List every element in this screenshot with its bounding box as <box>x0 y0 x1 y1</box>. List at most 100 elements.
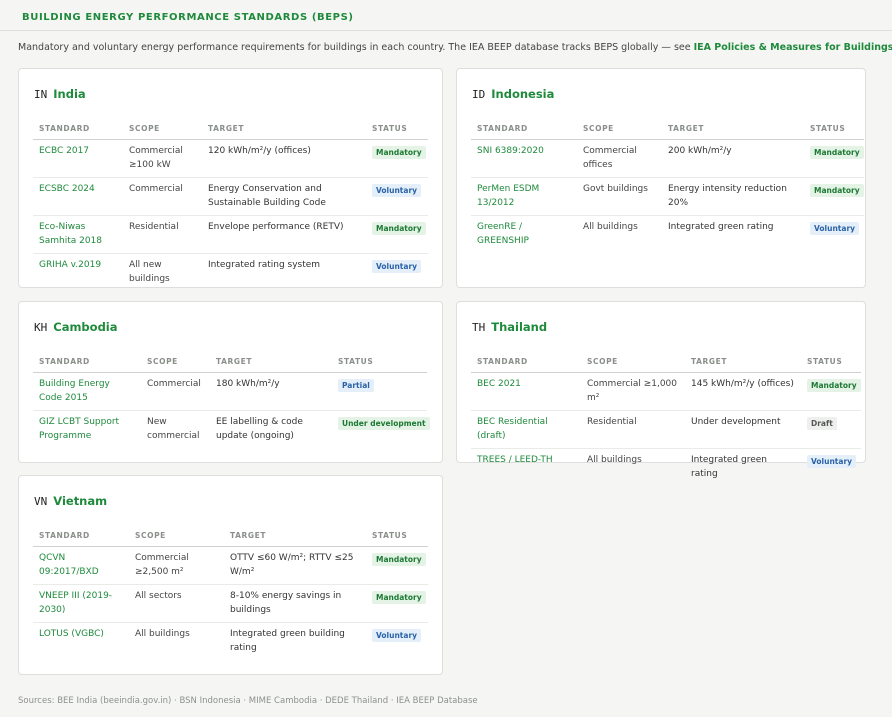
standard-link[interactable]: BEC Residential (draft) <box>471 410 581 449</box>
standard-link[interactable]: Eco-Niwas Samhita 2018 <box>33 215 123 254</box>
status-badge: Under development <box>338 417 430 430</box>
status-cell: Partial <box>332 372 427 411</box>
target-cell: 120 kWh/m²/y (offices) <box>202 139 366 178</box>
country-code: VN <box>34 495 48 508</box>
card-header: ID Indonesia <box>472 87 554 101</box>
status-badge: Mandatory <box>372 222 426 235</box>
column-header-target: TARGET <box>202 124 366 140</box>
status-cell: Voluntary <box>804 216 864 254</box>
standard-link[interactable]: QCVN 09:2017/BXD <box>33 546 129 585</box>
title-divider <box>0 30 892 31</box>
status-badge: Voluntary <box>372 629 422 642</box>
standard-link[interactable]: GRIHA v.2019 <box>33 254 123 292</box>
status-badge: Mandatory <box>372 146 426 159</box>
column-header-scope: SCOPE <box>577 124 662 140</box>
standard-link[interactable]: SNI 6389:2020 <box>471 139 577 178</box>
standard-link[interactable]: GIZ LCBT Support Programme <box>33 411 141 449</box>
status-badge: Mandatory <box>807 379 861 392</box>
column-header-scope: SCOPE <box>123 124 202 140</box>
target-cell: 200 kWh/m²/y <box>662 139 804 178</box>
sources-footer: Sources: BEE India (beeindia.gov.in) · B… <box>18 696 478 706</box>
scope-cell: Commercial ≥2,500 m² <box>129 546 224 585</box>
card-header: VN Vietnam <box>34 494 107 508</box>
status-badge: Draft <box>807 417 837 430</box>
column-header-standard: STANDARD <box>33 357 141 373</box>
target-cell: 145 kWh/m²/y (offices) <box>685 372 801 411</box>
table-row: SNI 6389:2020 Commercial offices 200 kWh/m… <box>471 139 864 178</box>
table-row: ECBC 2017 Commercial ≥100 kW 120 kWh/m²/y … <box>33 139 428 178</box>
scope-cell: Commercial <box>123 177 202 216</box>
column-header-scope: SCOPE <box>581 357 685 373</box>
card-header: KH Cambodia <box>34 320 118 334</box>
standards-table: STANDARD SCOPE TARGET STATUS SNI 6389:2020 Co… <box>471 124 864 253</box>
card-header: TH Thailand <box>472 320 547 334</box>
country-card-th: TH Thailand STANDARD SCOPE TARGET STATUS BEC 2… <box>456 301 866 479</box>
column-header-status: STATUS <box>801 357 861 373</box>
country-code: ID <box>472 88 486 101</box>
column-header-standard: STANDARD <box>33 124 123 140</box>
standard-link[interactable]: ECBC 2017 <box>33 139 123 178</box>
standard-link[interactable]: BEC 2021 <box>471 372 581 411</box>
status-cell: Voluntary <box>366 254 428 292</box>
table-row: LOTUS (VGBC) All buildings Integrated gree… <box>33 623 428 661</box>
table-row: Eco-Niwas Samhita 2018 Residential Envelop… <box>33 215 428 254</box>
scope-cell: Residential <box>123 215 202 254</box>
table-row: QCVN 09:2017/BXD Commercial ≥2,500 m² OTTV… <box>33 546 428 585</box>
status-badge: Mandatory <box>372 591 426 604</box>
column-header-status: STATUS <box>804 124 864 140</box>
card-header: IN India <box>34 87 86 101</box>
status-cell: Voluntary <box>366 177 428 216</box>
table-row: GRIHA v.2019 All new buildings Integrated … <box>33 254 428 292</box>
scope-cell: Residential <box>581 410 685 449</box>
column-header-target: TARGET <box>224 531 366 547</box>
country-card-kh: KH Cambodia STANDARD SCOPE TARGET STATUS Build… <box>18 301 443 463</box>
status-cell: Mandatory <box>366 215 428 254</box>
target-cell: OTTV ≤60 W/m²; RTTV ≤25 W/m² <box>224 546 366 585</box>
iea-policies-link[interactable]: IEA Policies & Measures for Buildings <box>694 42 892 53</box>
country-name: Cambodia <box>53 320 118 334</box>
table-row: PerMen ESDM 13/2012 Govt buildings Energy … <box>471 177 864 216</box>
target-cell: Integrated green rating <box>691 455 767 479</box>
country-card-in: IN India STANDARD SCOPE TARGET STATUS ECBC 201… <box>18 68 443 288</box>
status-badge: Voluntary <box>372 184 422 197</box>
country-code: TH <box>472 321 486 334</box>
column-header-scope: SCOPE <box>141 357 210 373</box>
scope-cell: Commercial <box>141 372 210 411</box>
status-cell: Draft <box>801 410 861 449</box>
column-header-status: STATUS <box>366 531 428 547</box>
status-cell: Mandatory <box>804 139 864 178</box>
status-cell: Mandatory <box>801 372 861 411</box>
status-cell: Mandatory <box>366 546 428 585</box>
standard-link[interactable]: TREES / LEED-TH <box>471 449 581 487</box>
table-row: VNEEP III (2019-2030) All sectors 8-10% en… <box>33 584 428 623</box>
column-header-status: STATUS <box>366 124 428 140</box>
scope-cell: All buildings <box>587 455 642 465</box>
scope-cell: All sectors <box>129 584 224 623</box>
page-title: BUILDING ENERGY PERFORMANCE STANDARDS (B… <box>22 12 354 23</box>
country-code: IN <box>34 88 48 101</box>
scope-cell: Govt buildings <box>577 177 662 216</box>
standard-link[interactable]: GreenRE / GREENSHIP <box>471 216 577 254</box>
standards-table: STANDARD SCOPE TARGET STATUS BEC 2021 Commerc… <box>471 357 861 486</box>
table-row: BEC Residential (draft) Residential Under … <box>471 410 861 449</box>
standard-link[interactable]: PerMen ESDM 13/2012 <box>471 177 577 216</box>
target-cell: Envelope performance (RETV) <box>202 215 366 254</box>
standard-link[interactable]: ECSBC 2024 <box>33 177 123 216</box>
target-cell: Integrated green rating <box>668 222 774 232</box>
status-badge: Voluntary <box>807 455 857 468</box>
standard-link[interactable]: LOTUS (VGBC) <box>33 623 129 661</box>
scope-cell: All buildings <box>135 629 190 639</box>
column-header-target: TARGET <box>662 124 804 140</box>
table-row: GreenRE / GREENSHIP All buildings Integrat… <box>471 216 864 254</box>
intro-body: Mandatory and voluntary energy performan… <box>18 42 694 53</box>
column-header-scope: SCOPE <box>129 531 224 547</box>
table-row: TREES / LEED-TH All buildings Integrated g… <box>471 449 861 487</box>
target-cell: 8-10% energy savings in buildings <box>224 584 366 623</box>
table-row: GIZ LCBT Support Programme New commercial… <box>33 411 430 449</box>
target-cell: Integrated green building rating <box>230 629 345 653</box>
standard-link[interactable]: Building Energy Code 2015 <box>33 372 141 411</box>
scope-cell: New commercial <box>147 417 200 441</box>
table-row: Building Energy Code 2015 Commercial 180 k… <box>33 372 427 411</box>
standards-table: STANDARD SCOPE TARGET STATUS Building Energy… <box>33 357 430 449</box>
standard-link[interactable]: VNEEP III (2019-2030) <box>33 584 129 623</box>
